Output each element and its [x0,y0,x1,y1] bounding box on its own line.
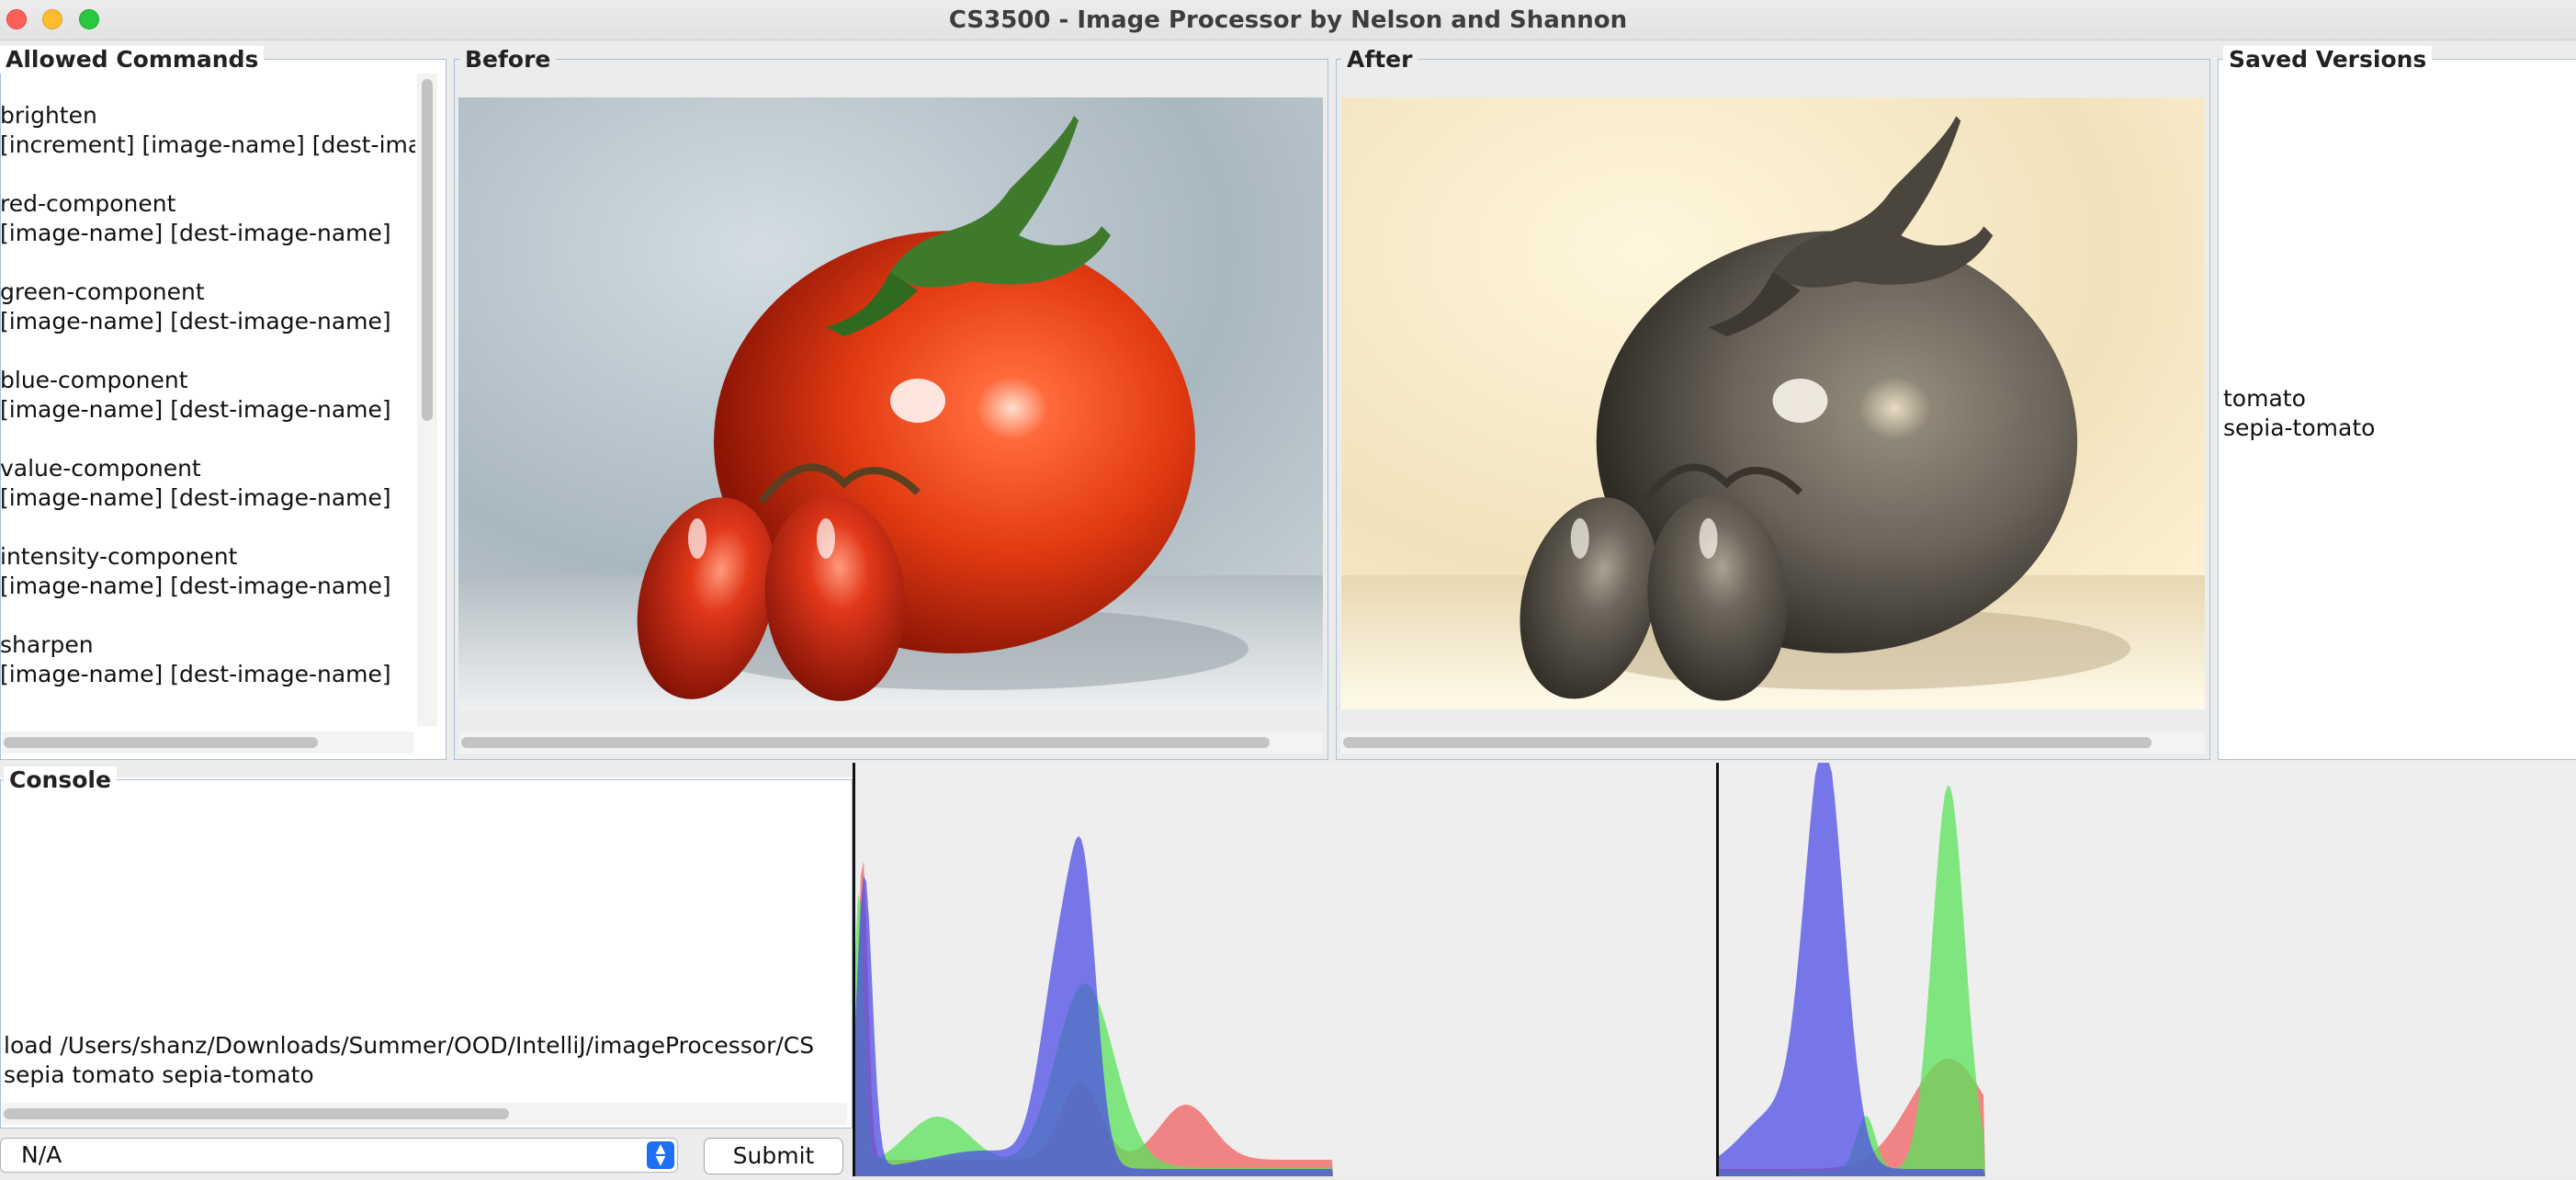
command-args: [image-name] [dest-image-name] [0,484,391,511]
submit-button[interactable]: Submit [704,1138,843,1174]
before-hscroll-thumb[interactable] [461,737,1270,748]
tomato-sepia-image [1341,97,2205,709]
after-image [1341,97,2205,709]
before-histogram [853,763,1720,1176]
before-hscroll[interactable] [459,732,1323,754]
commands-hscroll[interactable] [2,732,413,754]
command-item[interactable]: brighten [increment] [image-name] [dest-i… [0,101,415,160]
after-hscroll-thumb[interactable] [1343,737,2152,748]
title-bar: CS3500 - Image Processor by Nelson and S… [0,0,2576,40]
console-legend: Console [4,766,117,794]
before-histogram-chart [855,835,1333,1176]
after-histogram-chart [1719,763,1985,1176]
command-item[interactable]: blue-component [image-name] [dest-image-n… [0,366,415,425]
command-args: [image-name] [dest-image-name] [0,396,391,423]
before-legend: Before [459,46,557,74]
commands-vscroll[interactable] [417,74,437,726]
after-histogram [1716,763,2576,1176]
command-item[interactable]: sharpen [image-name] [dest-image-name] [0,630,415,689]
command-args: [image-name] [dest-image-name] [0,573,391,599]
command-item[interactable]: green-component [image-name] [dest-image-… [0,278,415,336]
command-name: red-component [0,190,176,217]
after-legend: After [1341,46,1418,74]
saved-versions-list[interactable]: tomato sepia-tomato [2223,384,2375,443]
command-name: blue-component [0,367,188,393]
commands-list[interactable]: brighten [increment] [image-name] [dest-i… [0,101,415,708]
command-name: intensity-component [0,543,238,570]
command-select-value: N/A [21,1141,62,1168]
commands-hscroll-thumb[interactable] [4,737,318,748]
command-name: green-component [0,278,205,305]
allowed-commands-legend: Allowed Commands [0,46,265,74]
commands-vscroll-thumb[interactable] [422,79,433,421]
saved-version-item[interactable]: sepia-tomato [2223,414,2375,443]
command-args: [image-name] [dest-image-name] [0,661,391,687]
window-title: CS3500 - Image Processor by Nelson and S… [948,6,1628,34]
command-item[interactable]: intensity-component [image-name] [dest-im… [0,542,415,601]
command-select[interactable]: N/A ▲ ▼ [0,1138,678,1173]
updown-arrows-icon: ▲ ▼ [647,1141,674,1169]
console-line: sepia tomato sepia-tomato [4,1061,314,1088]
before-image [458,97,1323,709]
command-item[interactable]: red-component [image-name] [dest-image-na… [0,189,415,248]
console-line: load /Users/shanz/Downloads/Summer/OOD/I… [4,1032,815,1059]
command-item[interactable]: value-component [image-name] [dest-image-… [0,454,415,513]
command-args: [increment] [image-name] [dest-ima [0,131,415,158]
after-hscroll[interactable] [1341,732,2205,754]
command-name: value-component [0,455,201,482]
command-args: [image-name] [dest-image-name] [0,220,391,246]
saved-version-item[interactable]: tomato [2223,384,2375,414]
command-args: [image-name] [dest-image-name] [0,308,391,335]
tomato-color-image [458,97,1323,709]
console-hscroll-thumb[interactable] [4,1108,509,1119]
command-name: brighten [0,102,97,129]
console-hscroll[interactable] [2,1103,847,1125]
saved-versions-legend: Saved Versions [2223,46,2433,74]
command-name: sharpen [0,631,94,658]
console-output[interactable]: load /Users/shanz/Downloads/Summer/OOD/I… [4,1031,849,1090]
